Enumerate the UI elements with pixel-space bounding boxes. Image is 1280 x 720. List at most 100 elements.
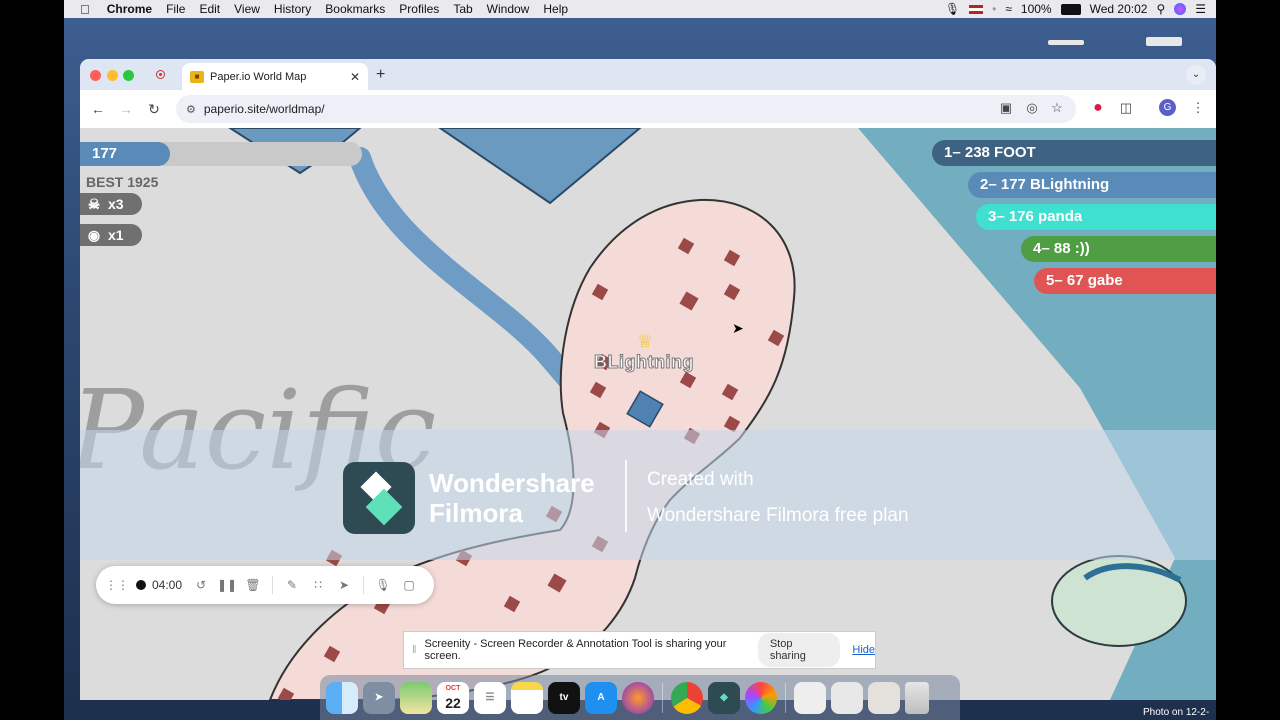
close-tab-icon[interactable]: ✕: [350, 70, 360, 84]
game-canvas[interactable]: Pacific 177 BEST 1925 ☠x3 ◉x1 1– 238 FOO…: [80, 128, 1216, 700]
record-extension-icon[interactable]: ●: [1088, 98, 1108, 118]
bookmark-star-icon[interactable]: ☆: [1047, 98, 1067, 118]
menu-app-chrome[interactable]: Chrome: [100, 2, 159, 16]
desktop-widget-bar: [1048, 40, 1084, 45]
grip-icon[interactable]: ‖: [412, 644, 417, 656]
menu-tab[interactable]: Tab: [446, 2, 479, 16]
menu-help[interactable]: Help: [536, 2, 575, 16]
reload-icon[interactable]: ↻: [140, 101, 168, 118]
mouse-cursor-icon: ➤: [732, 320, 744, 336]
new-tab-icon[interactable]: +: [376, 66, 385, 84]
menu-profiles[interactable]: Profiles: [392, 2, 446, 16]
apple-menu-icon[interactable]: : [64, 2, 100, 17]
minimize-window-button[interactable]: [107, 70, 118, 81]
notes-icon[interactable]: [511, 681, 543, 714]
siri-icon[interactable]: [1174, 3, 1187, 15]
blur-grid-icon[interactable]: ∷: [305, 578, 331, 592]
stop-recording-icon[interactable]: [136, 580, 146, 590]
paperio-favicon-icon: ■: [190, 70, 204, 83]
watermark-created-with: Created with: [647, 469, 754, 490]
clock[interactable]: Wed 20:02: [1090, 2, 1148, 16]
screen-sharing-banner: ‖ Screenity - Screen Recorder & Annotati…: [403, 631, 876, 669]
spotlight-search-icon[interactable]: ⚲: [1156, 2, 1165, 16]
recording-icon[interactable]: [156, 70, 165, 79]
leaderboard-row: 3– 176 panda: [976, 204, 1216, 230]
best-score: BEST 1925: [86, 174, 159, 190]
calendar-icon[interactable]: OCT 22: [437, 681, 469, 714]
maps-icon[interactable]: [400, 681, 432, 714]
watermark-band: [80, 430, 1216, 560]
recording-timer: 04:00: [152, 578, 183, 592]
delete-icon[interactable]: 🗑: [240, 578, 266, 592]
menu-history[interactable]: History: [267, 2, 318, 16]
stop-sharing-button[interactable]: Stop sharing: [757, 633, 841, 667]
tab-strip: ■ Paper.io World Map ✕ + ⌄: [80, 59, 1216, 90]
location-pin-icon: ◉: [87, 227, 101, 243]
install-app-icon[interactable]: ▣: [996, 98, 1016, 118]
microphone-icon[interactable]: 🎙: [370, 578, 396, 592]
forward-icon[interactable]: →: [112, 101, 140, 117]
chrome-icon[interactable]: [671, 681, 703, 714]
app-store-icon[interactable]: A: [585, 681, 617, 714]
address-bar[interactable]: ⚙ paperio.site/worldmap/: [176, 95, 1076, 123]
score-value: 177: [80, 142, 170, 166]
battery-icon[interactable]: [1060, 3, 1081, 15]
menu-edit[interactable]: Edit: [192, 2, 227, 16]
dock-divider: [785, 682, 786, 713]
launchpad-icon[interactable]: ➤: [363, 681, 395, 714]
profile-avatar[interactable]: G: [1159, 99, 1176, 116]
firefox-icon[interactable]: [622, 681, 654, 714]
dock-divider: [662, 682, 663, 713]
cursor-icon[interactable]: ➤: [331, 578, 357, 592]
eye-off-icon[interactable]: ◎: [1022, 98, 1042, 118]
toolbar-divider: [272, 576, 274, 594]
filmora-icon[interactable]: ◆: [708, 681, 740, 714]
desktop-widget-bar: [1146, 37, 1182, 46]
site-info-icon[interactable]: ⚙: [186, 103, 196, 116]
reminders-icon[interactable]: ☰: [474, 681, 506, 714]
menu-view[interactable]: View: [227, 2, 267, 16]
drag-handle-icon[interactable]: ⋮⋮: [104, 578, 130, 592]
recent-window-thumbnail[interactable]: [831, 681, 863, 714]
desktop-file-label[interactable]: Photo on 12-2-: [1143, 707, 1209, 718]
close-window-button[interactable]: [90, 70, 101, 81]
filmora-logo-icon: [343, 462, 415, 534]
skull-icon: ☠: [87, 196, 101, 212]
watermark-brand-line1: Wondershare: [429, 468, 595, 498]
menu-window[interactable]: Window: [480, 2, 537, 16]
pen-icon[interactable]: ✎: [279, 578, 305, 592]
bluetooth-icon[interactable]: •: [992, 2, 996, 16]
captures-stat: ◉ x1: [80, 224, 142, 246]
calendar-day: 22: [445, 694, 461, 711]
microphone-icon[interactable]: 🎙: [945, 2, 960, 16]
chrome-menu-icon[interactable]: ⋮: [1188, 98, 1208, 118]
sharing-message: Screenity - Screen Recorder & Annotation…: [424, 638, 727, 662]
extensions-puzzle-icon[interactable]: ◫: [1116, 98, 1136, 118]
tab-search-chevron-icon[interactable]: ⌄: [1186, 65, 1206, 85]
captures-count: x1: [108, 227, 124, 243]
zoom-window-button[interactable]: [123, 70, 134, 81]
menu-file[interactable]: File: [159, 2, 192, 16]
wifi-icon[interactable]: ≈: [1005, 2, 1012, 16]
hide-button[interactable]: Hide: [852, 644, 875, 656]
apple-tv-icon[interactable]: tv: [548, 681, 580, 714]
pause-icon[interactable]: ❚❚: [214, 578, 240, 592]
colorful-app-icon[interactable]: [745, 681, 777, 714]
recent-window-thumbnail[interactable]: [868, 681, 900, 714]
restart-icon[interactable]: ↺: [188, 578, 214, 592]
tab-title: Paper.io World Map: [210, 70, 307, 83]
recent-window-thumbnail[interactable]: [794, 681, 826, 714]
watermark-brand-line2: Filmora: [429, 498, 523, 528]
camera-icon[interactable]: ▢: [396, 578, 422, 592]
toolbar-divider: [363, 576, 365, 594]
recorder-toolbar: ⋮⋮ 04:00 ↺ ❚❚ 🗑 ✎ ∷ ➤ 🎙 ▢: [96, 566, 434, 604]
flag-icon[interactable]: [969, 4, 984, 14]
tab-paperio[interactable]: ■ Paper.io World Map ✕: [182, 63, 368, 90]
finder-icon[interactable]: [326, 681, 358, 714]
trash-icon[interactable]: [905, 681, 929, 714]
leaderboard-row: 1– 238 FOOT: [932, 140, 1216, 166]
control-center-icon[interactable]: ☰: [1195, 2, 1206, 16]
menu-bookmarks[interactable]: Bookmarks: [318, 2, 392, 16]
url-text[interactable]: paperio.site/worldmap/: [204, 102, 325, 116]
back-icon[interactable]: ←: [84, 101, 112, 117]
